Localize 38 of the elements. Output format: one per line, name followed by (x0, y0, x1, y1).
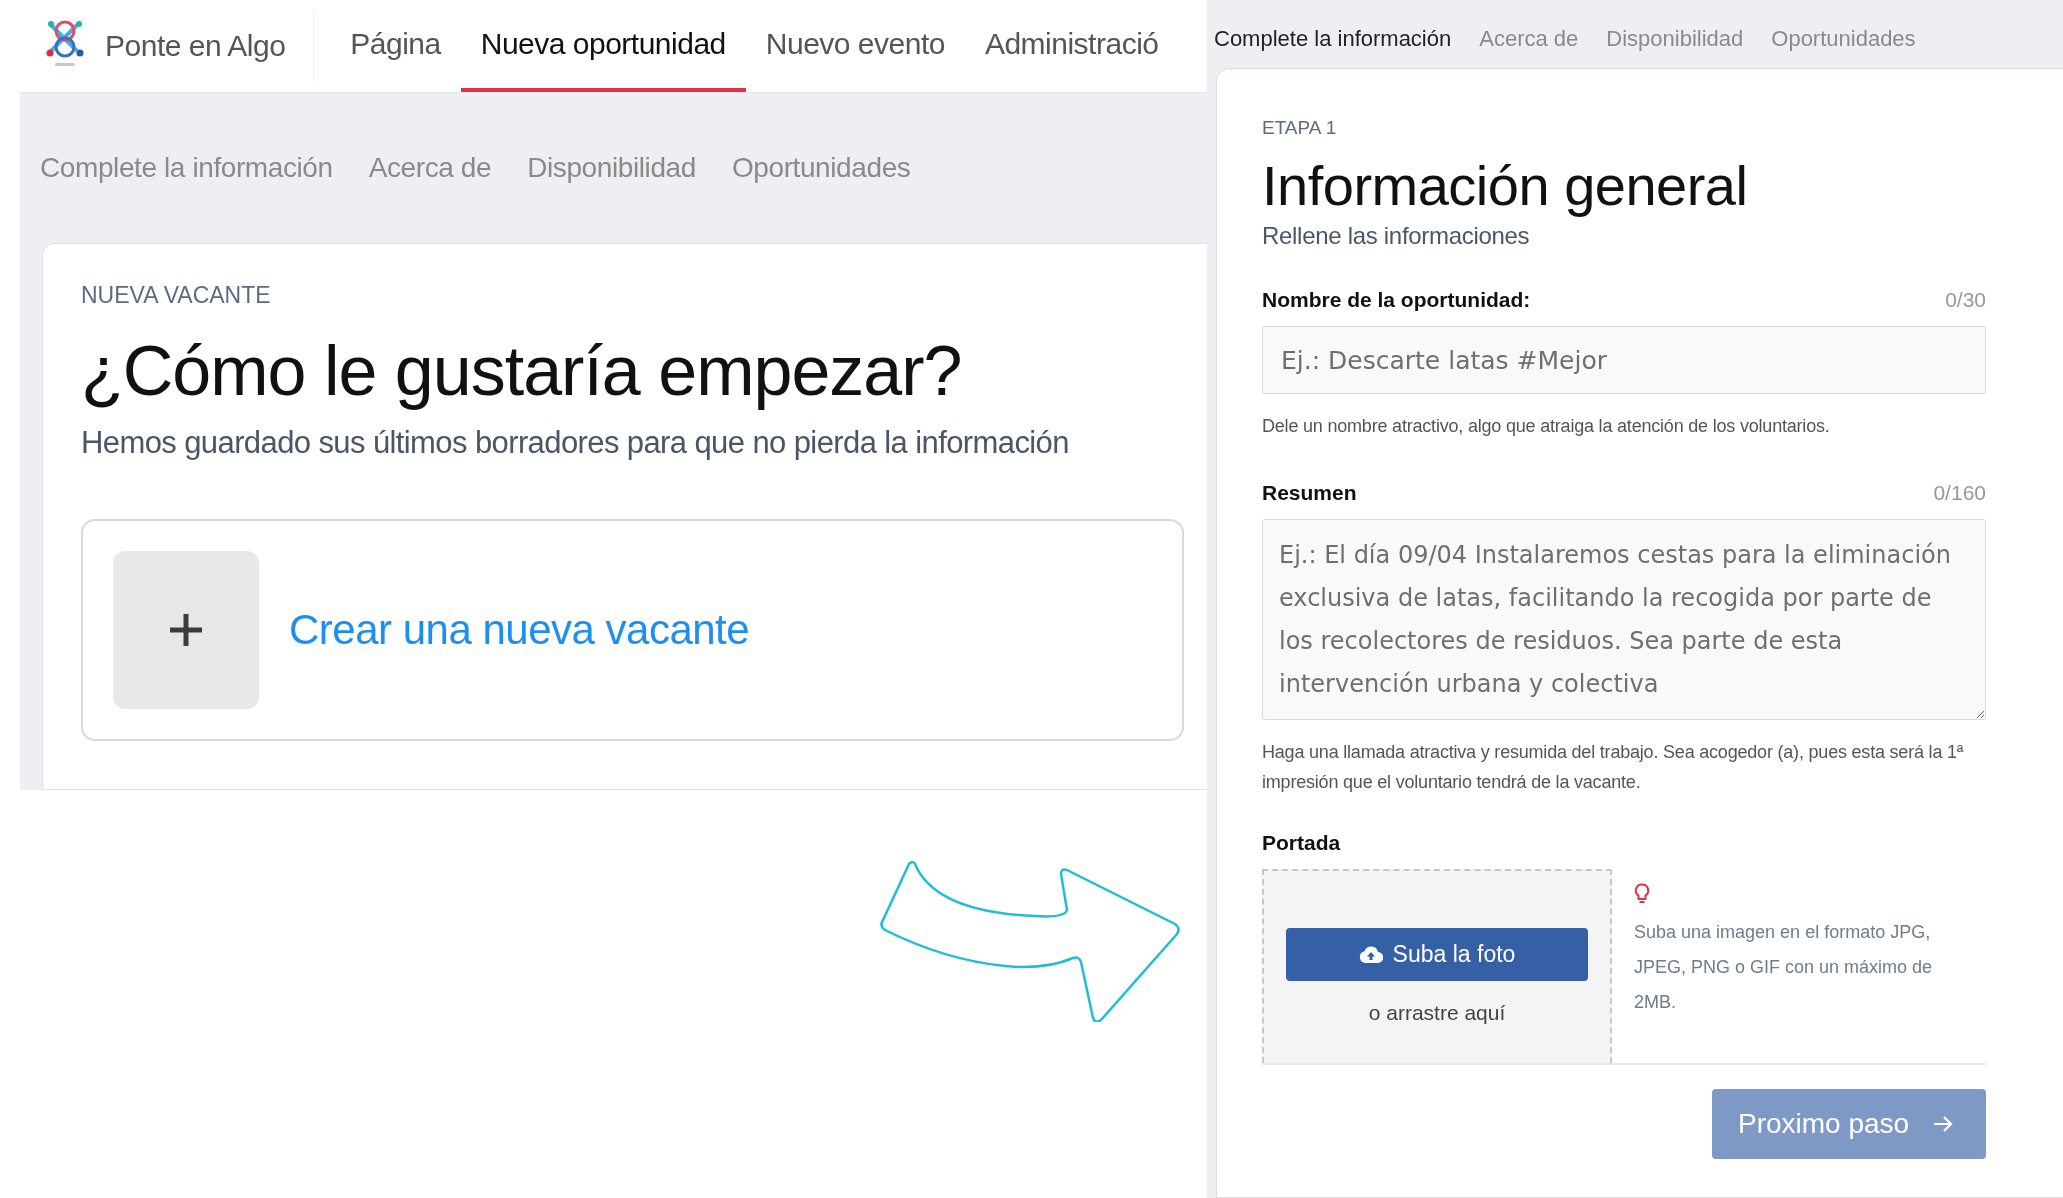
step-tab[interactable]: Acerca de (1479, 26, 1579, 52)
step-tab[interactable]: Complete la información (1214, 26, 1452, 52)
nav-tab[interactable]: Nuevo evento (745, 0, 965, 92)
form-heading: Información general (1262, 153, 1749, 218)
summary-field[interactable]: Ej.: El día 09/04 Instalaremos cestas para la eliminación exclusiva de latas, facilitando la recogida por parte de los recolectores de residuos. Sea parte de esta intervención urbana y colectiva (1262, 519, 1986, 720)
page-subtitle: Hemos guardado sus últimos borradores para que no pierda la información (81, 425, 1070, 461)
section-eyebrow: NUEVA VACANTE (81, 282, 272, 309)
name-field[interactable]: Ej.: Descarte latas #Mejor (1262, 326, 1986, 394)
nav-tab[interactable]: Administració (964, 0, 1179, 92)
arrow-right-icon (1933, 1115, 1954, 1133)
cloud-upload-icon (1358, 946, 1383, 963)
page-heading: ¿Cómo le gustaría empezar? (81, 331, 963, 411)
create-label[interactable]: Crear una nueva vacante (289, 606, 750, 654)
upload-button[interactable]: Suba la foto (1286, 928, 1588, 981)
step-tab[interactable]: Complete la información (40, 152, 333, 184)
form-subtitle: Rellene las informaciones (1262, 222, 1531, 250)
nav-tab[interactable]: Página (330, 0, 461, 92)
create-option[interactable]: Crear una nueva vacante (81, 519, 1184, 741)
helper-text: Haga una llamada atractiva y resumida del trabajo. Sea acogedor (a), pues esta será la 1ª impresión que el voluntario tendrá de la vacante. (1262, 741, 1965, 794)
lightbulb-icon (1634, 883, 1650, 905)
field-label: Portada (1262, 831, 1342, 855)
upload-tip: Suba una imagen en el formato JPG, JPEG, PNG o GIF con un máximo de 2MB. (1634, 921, 1934, 1014)
app-name: Ponte en Algo (105, 29, 286, 63)
drop-hint: o arrastre aquí (1368, 1001, 1506, 1025)
step-tab[interactable]: Oportunidades (731, 152, 911, 184)
plus-icon (168, 612, 204, 648)
step-eyebrow: ETAPA 1 (1262, 117, 1338, 139)
char-counter: 0/30 (1945, 288, 1986, 312)
helper-text: Dele un nombre atractivo, algo que atraiga la atención de los voluntarios. (1262, 415, 1831, 438)
char-counter: 0/160 (1933, 481, 1986, 505)
step-tab[interactable]: Acerca de (368, 152, 492, 184)
field-label: Nombre de la oportunidad: (1262, 288, 1531, 312)
step-tab[interactable]: Disponibilidad (527, 152, 696, 184)
step-tab[interactable]: Disponibilidad (1606, 26, 1744, 52)
nav-tab[interactable]: Nueva oportunidad (460, 0, 746, 92)
drop-zone[interactable]: Suba la foto o arrastre aquí (1262, 869, 1612, 1063)
field-label: Resumen (1262, 481, 1357, 505)
step-tab[interactable]: Oportunidades (1771, 26, 1916, 52)
